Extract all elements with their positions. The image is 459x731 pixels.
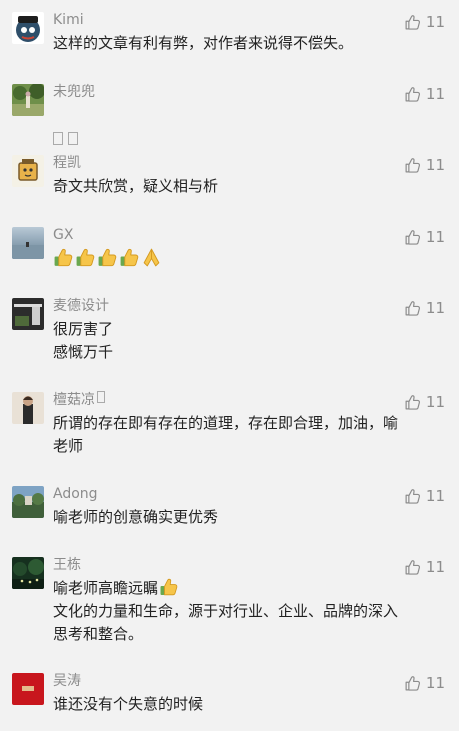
comment-author[interactable]: Kimi [53,11,84,29]
avatar[interactable] [12,673,44,705]
comment-author[interactable]: GX [53,226,73,244]
like-button[interactable]: 11 [404,558,445,576]
like-count: 11 [425,228,445,246]
avatar[interactable] [12,84,44,116]
thumbs-up-emoji [97,247,118,268]
comment-text: 奇文共欣赏，疑义相与析 [53,177,219,195]
like-button[interactable]: 11 [404,674,445,692]
like-count: 11 [425,85,445,103]
avatar[interactable] [12,557,44,589]
comment-text: 谁还没有个失意的时候 [53,695,204,713]
like-count: 11 [425,156,445,174]
thumbs-up-emoji [53,247,74,268]
avatar[interactable] [12,155,44,187]
thumbs-up-outline-icon [404,157,421,174]
thumbs-up-outline-icon [404,14,421,31]
thumbs-up-outline-icon [404,675,421,692]
like-count: 11 [425,13,445,31]
like-button[interactable]: 11 [404,393,445,411]
avatar[interactable] [12,486,44,518]
thumbs-up-emoji [159,577,179,597]
thumbs-up-outline-icon [404,559,421,576]
emoji-row [53,247,162,268]
comment-author[interactable]: 程凯 [53,154,81,172]
missing-glyph-icon [97,391,105,403]
comment-author[interactable]: 未兜兜 [53,83,95,101]
like-button[interactable]: 11 [404,85,445,103]
comment-list: Kimi 11 这样的文章有利有弊，对作者来说得不偿失。 未兜兜 11 程凯 1… [0,0,459,731]
avatar[interactable] [12,392,44,424]
like-count: 11 [425,558,445,576]
comment-author[interactable]: 王栋 [53,556,81,574]
comment-text: 所谓的存在即有存在的道理，存在即合理，加油，喻 老师 [53,414,399,455]
like-button[interactable]: 11 [404,487,445,505]
like-button[interactable]: 11 [404,228,445,246]
missing-glyph-icon [68,132,78,145]
like-button[interactable]: 11 [404,299,445,317]
like-button[interactable]: 11 [404,156,445,174]
thumbs-up-outline-icon [404,300,421,317]
thumbs-up-outline-icon [404,488,421,505]
folded-hands-emoji [141,247,162,268]
comment-author[interactable]: 吴涛 [53,672,81,690]
like-count: 11 [425,299,445,317]
comment-text: 喻老师高瞻远瞩 文化的力量和生命，源于对行业、企业、品牌的深入 思考和整合。 [53,577,399,643]
comment-author[interactable]: 檀菇凉 [53,391,110,409]
comment-text: 这样的文章有利有弊，对作者来说得不偿失。 [53,34,354,52]
like-button[interactable]: 11 [404,13,445,31]
avatar[interactable] [12,12,44,44]
like-count: 11 [425,393,445,411]
missing-glyph-icon [53,132,63,145]
comment-text: 喻老师的创意确实更优秀 [53,508,219,526]
thumbs-up-emoji [119,247,140,268]
thumbs-up-outline-icon [404,394,421,411]
thumbs-up-emoji [75,247,96,268]
like-count: 11 [425,674,445,692]
avatar[interactable] [12,298,44,330]
like-count: 11 [425,487,445,505]
comment-text [53,104,438,150]
comment-text: 很厉害了 感慨万千 [53,320,114,361]
comment-author[interactable]: Adong [53,485,98,503]
avatar[interactable] [12,227,44,259]
comment-author[interactable]: 麦德设计 [53,297,109,315]
thumbs-up-outline-icon [404,86,421,103]
thumbs-up-outline-icon [404,229,421,246]
